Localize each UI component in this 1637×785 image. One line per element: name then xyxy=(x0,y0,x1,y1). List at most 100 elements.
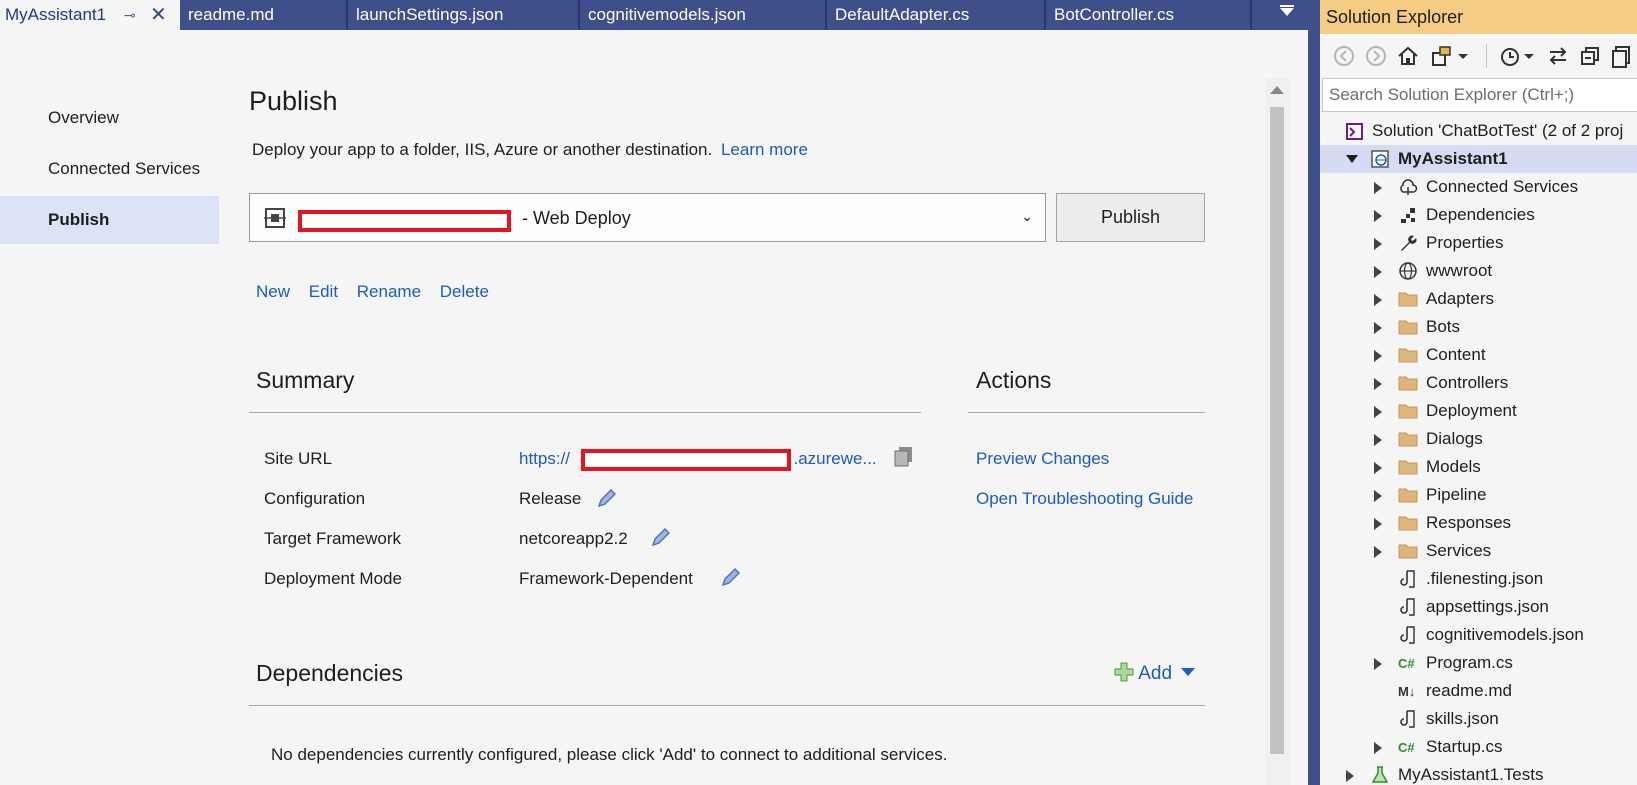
tree-item-label: Connected Services xyxy=(1426,177,1579,196)
tree-item[interactable]: MyAssistant1 xyxy=(1320,145,1637,173)
edit-deployment-pencil-icon[interactable] xyxy=(719,565,743,589)
tree-item[interactable]: cognitivemodels.json xyxy=(1320,621,1637,649)
publish-page: Publish Deploy your app to a folder, IIS… xyxy=(219,30,1269,785)
publish-button[interactable]: Publish xyxy=(1056,193,1205,242)
new-profile-link[interactable]: New xyxy=(256,282,290,301)
nav-item-publish[interactable]: Publish xyxy=(0,196,219,244)
close-icon[interactable]: ✕ xyxy=(150,0,167,30)
no-dependencies-message: No dependencies currently configured, pl… xyxy=(271,745,948,764)
edit-framework-pencil-icon[interactable] xyxy=(649,525,673,549)
tree-item[interactable]: Deployment xyxy=(1320,397,1637,425)
scrollbar-thumb[interactable] xyxy=(1270,107,1284,754)
tree-item[interactable]: Dialogs xyxy=(1320,425,1637,453)
tree-item[interactable]: MyAssistant1.Tests xyxy=(1320,761,1637,785)
deployment-mode-label: Deployment Mode xyxy=(264,569,402,588)
tree-item[interactable]: Connected Services xyxy=(1320,173,1637,201)
nav-item-connected-services[interactable]: Connected Services xyxy=(0,145,219,193)
tree-item[interactable]: skills.json xyxy=(1320,705,1637,733)
configuration-value: Release xyxy=(519,489,582,508)
tab-defaultadapter[interactable]: DefaultAdapter.cs xyxy=(827,0,1046,30)
collapse-all-icon[interactable] xyxy=(1578,44,1602,68)
collapsed-arrow-icon[interactable] xyxy=(1374,350,1382,362)
collapsed-arrow-icon[interactable] xyxy=(1374,238,1382,250)
tab-botcontroller[interactable]: BotController.cs xyxy=(1046,0,1252,30)
tab-launchsettings[interactable]: launchSettings.json xyxy=(348,0,580,30)
tree-item[interactable]: wwwroot xyxy=(1320,257,1637,285)
pane-splitter[interactable] xyxy=(1308,0,1320,785)
tree-item[interactable]: Responses xyxy=(1320,509,1637,537)
tree-item-label: Adapters xyxy=(1426,289,1495,308)
collapsed-arrow-icon[interactable] xyxy=(1374,378,1382,390)
tree-item[interactable]: C# Program.cs xyxy=(1320,649,1637,677)
tab-readme[interactable]: readme.md xyxy=(180,0,348,30)
show-all-files-icon[interactable] xyxy=(1610,44,1634,68)
scroll-up-arrow-icon[interactable] xyxy=(1270,86,1284,94)
svg-text:C#: C# xyxy=(1398,656,1415,671)
filter-dropdown-icon[interactable] xyxy=(1522,44,1536,68)
tree-item[interactable]: appsettings.json xyxy=(1320,593,1637,621)
tree-item[interactable]: Solution 'ChatBotTest' (2 of 2 proj xyxy=(1320,117,1637,145)
tree-item[interactable]: Pipeline xyxy=(1320,481,1637,509)
tree-item[interactable]: Services xyxy=(1320,537,1637,565)
collapsed-arrow-icon[interactable] xyxy=(1374,742,1382,754)
main-vertical-scrollbar[interactable] xyxy=(1265,78,1289,785)
tree-item[interactable]: M↓ readme.md xyxy=(1320,677,1637,705)
tree-item[interactable]: Models xyxy=(1320,453,1637,481)
document-tab-bar: MyAssistant1 ⊸ ✕ readme.md launchSetting… xyxy=(0,0,1308,30)
collapsed-arrow-icon[interactable] xyxy=(1346,770,1354,782)
collapsed-arrow-icon[interactable] xyxy=(1374,462,1382,474)
collapsed-arrow-icon[interactable] xyxy=(1374,406,1382,418)
nav-item-overview[interactable]: Overview xyxy=(0,94,219,142)
folder-icon xyxy=(1398,289,1418,309)
collapsed-arrow-icon[interactable] xyxy=(1374,434,1382,446)
site-url-suffix[interactable]: .azurewe... xyxy=(794,449,877,468)
preview-changes-link[interactable]: Preview Changes xyxy=(976,449,1109,469)
collapsed-arrow-icon[interactable] xyxy=(1374,322,1382,334)
tree-item[interactable]: Controllers xyxy=(1320,369,1637,397)
delete-profile-link[interactable]: Delete xyxy=(440,282,489,301)
switch-views-icon[interactable] xyxy=(1430,44,1454,68)
collapsed-arrow-icon[interactable] xyxy=(1374,182,1382,194)
solution-explorer-search-input[interactable]: Search Solution Explorer (Ctrl+;) xyxy=(1322,78,1637,112)
tree-item[interactable]: Properties xyxy=(1320,229,1637,257)
edit-profile-link[interactable]: Edit xyxy=(309,282,338,301)
collapsed-arrow-icon[interactable] xyxy=(1374,518,1382,530)
collapsed-arrow-icon[interactable] xyxy=(1374,266,1382,278)
publish-profile-dropdown[interactable]: - Web Deploy ⌄ xyxy=(249,193,1046,242)
pending-changes-filter-icon[interactable] xyxy=(1498,44,1522,68)
switch-views-dropdown-icon[interactable] xyxy=(1456,44,1470,68)
collapsed-arrow-icon[interactable] xyxy=(1374,210,1382,222)
folder-icon xyxy=(1398,429,1418,449)
tree-item[interactable]: Content xyxy=(1320,341,1637,369)
tab-cognitivemodels[interactable]: cognitivemodels.json xyxy=(580,0,827,30)
site-url-prefix[interactable]: https:// xyxy=(519,449,570,468)
tab-overflow-dropdown[interactable] xyxy=(1252,0,1308,30)
target-framework-label: Target Framework xyxy=(264,529,401,548)
collapsed-arrow-icon[interactable] xyxy=(1374,294,1382,306)
pin-icon[interactable]: ⊸ xyxy=(124,0,136,30)
tree-item[interactable]: Dependencies xyxy=(1320,201,1637,229)
rename-profile-link[interactable]: Rename xyxy=(357,282,421,301)
actions-heading: Actions xyxy=(976,367,1052,393)
sync-with-active-document-icon[interactable] xyxy=(1546,44,1570,68)
tree-item[interactable]: Adapters xyxy=(1320,285,1637,313)
collapsed-arrow-icon[interactable] xyxy=(1374,658,1382,670)
add-dependency-button[interactable]: Add xyxy=(1114,662,1196,685)
copy-icon[interactable] xyxy=(893,445,915,467)
folder-icon xyxy=(1398,513,1418,533)
collapsed-arrow-icon[interactable] xyxy=(1374,546,1382,558)
learn-more-link[interactable]: Learn more xyxy=(721,140,808,159)
edit-configuration-pencil-icon[interactable] xyxy=(595,486,619,510)
tab-myassistant1[interactable]: MyAssistant1 ⊸ ✕ xyxy=(0,0,180,30)
troubleshooting-guide-link[interactable]: Open Troubleshooting Guide xyxy=(976,489,1193,509)
home-icon[interactable] xyxy=(1396,44,1420,68)
collapsed-arrow-icon[interactable] xyxy=(1374,490,1382,502)
plus-icon xyxy=(1114,662,1134,682)
tab-label: cognitivemodels.json xyxy=(588,5,746,24)
back-icon[interactable] xyxy=(1332,44,1356,68)
forward-icon[interactable] xyxy=(1364,44,1388,68)
tree-item[interactable]: .filenesting.json xyxy=(1320,565,1637,593)
tree-item[interactable]: C# Startup.cs xyxy=(1320,733,1637,761)
tree-item[interactable]: Bots xyxy=(1320,313,1637,341)
expanded-arrow-icon[interactable] xyxy=(1346,155,1358,163)
